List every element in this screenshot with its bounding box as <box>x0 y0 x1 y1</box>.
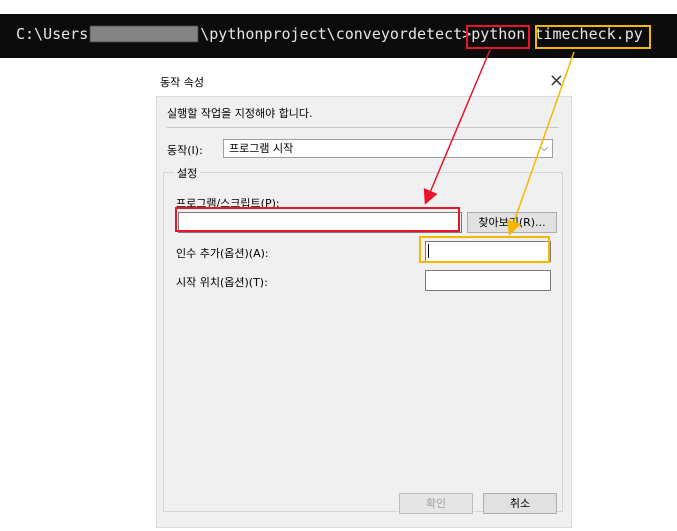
dialog-content: 실행할 작업을 지정해야 합니다. 동작(I): 프로그램 시작 ⌵ 설정 프로… <box>156 96 572 528</box>
action-properties-dialog: 동작 속성 × 실행할 작업을 지정해야 합니다. 동작(I): 프로그램 시작… <box>156 70 572 528</box>
action-combobox[interactable]: 프로그램 시작 ⌵ <box>223 139 553 158</box>
chevron-down-icon: ⌵ <box>540 143 548 154</box>
add-arguments-label: 인수 추가(옵션)(A): <box>176 247 269 260</box>
start-in-label: 시작 위치(옵션)(T): <box>176 276 268 289</box>
terminal-prefix: C:\Users <box>16 25 89 43</box>
timecheck-highlight-box <box>535 25 651 49</box>
action-label: 동작(I): <box>167 144 203 157</box>
browse-button[interactable]: 찾아보기(R)... <box>467 212 557 233</box>
separator <box>167 127 559 128</box>
program-input-highlight-box <box>175 207 460 232</box>
redacted-username <box>90 26 199 42</box>
terminal-path: \pythonproject\conveyordetect> <box>200 25 472 43</box>
arguments-input-highlight-box <box>419 236 550 263</box>
action-combobox-value: 프로그램 시작 <box>229 142 294 155</box>
settings-group-title: 설정 <box>174 165 201 181</box>
ok-button[interactable]: 확인 <box>399 493 473 514</box>
close-icon[interactable]: × <box>549 70 564 91</box>
instruction-text: 실행할 작업을 지정해야 합니다. <box>167 107 313 120</box>
python-highlight-box <box>466 25 530 49</box>
cancel-button[interactable]: 취소 <box>483 493 557 514</box>
dialog-title: 동작 속성 <box>160 76 204 89</box>
start-in-input[interactable] <box>425 270 551 291</box>
